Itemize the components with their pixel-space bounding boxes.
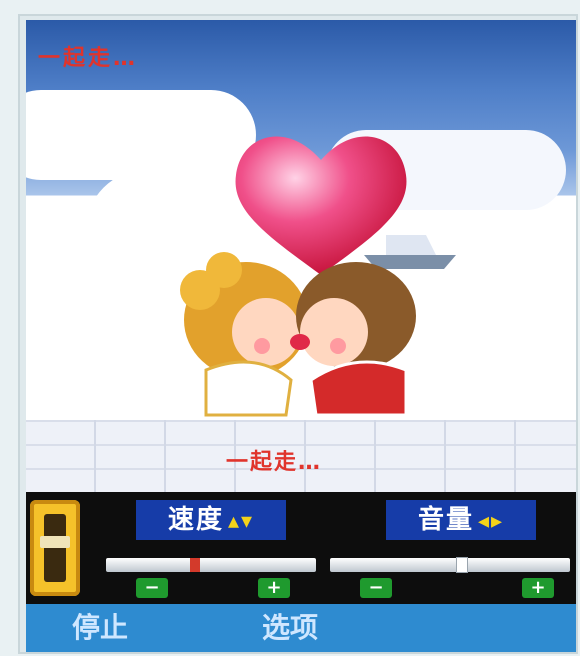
options-softkey[interactable]: 选项 — [262, 610, 318, 646]
left-right-arrows-icon: ◂▸ — [477, 509, 505, 534]
speed-label-text: 速度 — [167, 505, 224, 535]
player-icon-knob — [40, 536, 70, 548]
cloud — [26, 90, 256, 180]
volume-label: 音量 ◂▸ — [386, 500, 536, 540]
scene-caption-top: 一起走… — [38, 46, 139, 71]
player-icon-slot — [44, 514, 66, 582]
volume-decrease-button[interactable]: − — [360, 578, 392, 598]
playback-controls: 速度 ▴▾ − + 音量 ◂▸ − + — [26, 492, 576, 604]
volume-increase-button[interactable]: + — [522, 578, 554, 598]
up-down-arrows-icon: ▴▾ — [227, 509, 255, 534]
speed-label: 速度 ▴▾ — [136, 500, 286, 540]
stop-softkey[interactable]: 停止 — [72, 610, 128, 646]
volume-slider[interactable] — [330, 558, 570, 572]
volume-label-text: 音量 — [417, 505, 474, 535]
volume-slider-thumb[interactable] — [457, 558, 467, 572]
screen: 一起走… 一起走… 速度 ▴▾ − + 音量 ◂▸ − + 停止 选项 — [26, 20, 576, 652]
phone-frame: 一起走… 一起走… 速度 ▴▾ − + 音量 ◂▸ − + 停止 选项 — [18, 14, 578, 654]
speed-decrease-button[interactable]: − — [136, 578, 168, 598]
speed-slider-thumb[interactable] — [190, 558, 200, 572]
softkey-bar: 停止 选项 — [26, 604, 576, 652]
kissing-kids-icon — [180, 252, 416, 417]
scene-caption-bottom: 一起走… — [226, 450, 323, 475]
speed-slider[interactable] — [106, 558, 316, 572]
player-icon — [30, 500, 80, 596]
speed-increase-button[interactable]: + — [258, 578, 290, 598]
animation-scene: 一起走… 一起走… — [26, 20, 576, 492]
